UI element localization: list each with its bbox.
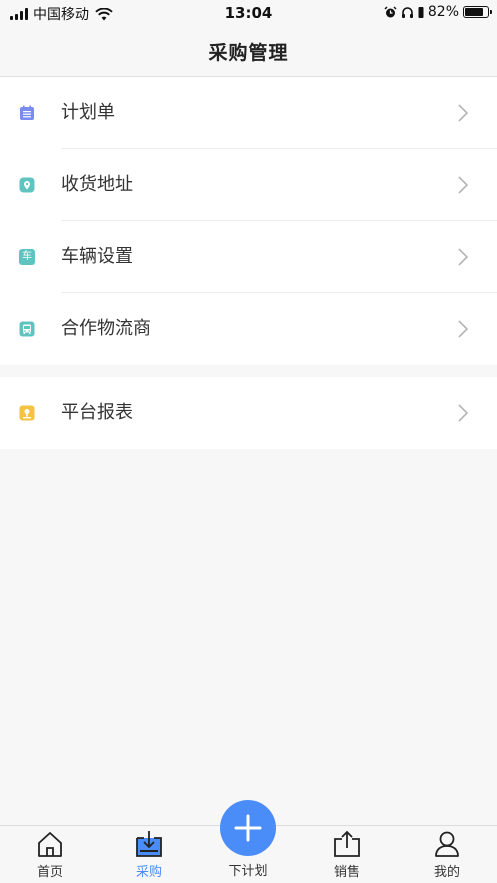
tab-profile[interactable]: 我的 [407, 826, 487, 883]
nav-bar: 采购管理 [0, 26, 497, 77]
purchase-icon [136, 831, 162, 857]
battery-percent: 82% [427, 4, 459, 20]
battery-icon [463, 6, 492, 18]
bus-icon [19, 321, 35, 337]
chevron-right-icon [458, 320, 469, 338]
tab-home[interactable]: 首页 [10, 826, 90, 883]
menu-item-label: 车辆设置 [61, 246, 133, 267]
vehicle-icon: 车 [19, 249, 35, 265]
tab-label: 销售 [333, 865, 360, 880]
tab-label: 采购 [135, 865, 162, 880]
menu-group-reports: 平台报表 [0, 377, 497, 449]
tab-purchase[interactable]: 采购 [109, 826, 189, 883]
add-plan-button[interactable] [220, 800, 276, 856]
chevron-right-icon [458, 104, 469, 122]
chevron-right-icon [458, 176, 469, 194]
location-pin-icon [19, 177, 35, 193]
chevron-right-icon [458, 404, 469, 422]
menu-item-label: 计划单 [61, 102, 115, 123]
vehicle-icon-glyph: 车 [22, 251, 32, 262]
menu-item-platform-report[interactable]: 平台报表 [0, 377, 497, 449]
menu-item-label: 平台报表 [61, 402, 133, 423]
menu-item-label: 合作物流商 [61, 318, 151, 339]
tab-label: 我的 [433, 865, 460, 880]
status-bar: 中国移动 13:04 82% [0, 0, 497, 26]
add-plan-label: 下计划 [228, 864, 268, 879]
report-icon [19, 405, 35, 421]
alarm-icon [384, 5, 397, 17]
menu-item-delivery-address[interactable]: 收货地址 [0, 149, 497, 221]
tab-label: 首页 [36, 865, 63, 880]
tab-sales[interactable]: 销售 [307, 826, 387, 883]
home-icon [38, 832, 62, 857]
chevron-right-icon [458, 248, 469, 266]
page-title: 采购管理 [208, 41, 289, 64]
menu-item-vehicle-settings[interactable]: 车 车辆设置 [0, 221, 497, 293]
plus-icon [234, 814, 262, 842]
orientation-lock-icon [418, 6, 424, 18]
sales-icon [334, 830, 360, 857]
menu-item-plan-list[interactable]: 计划单 [0, 77, 497, 149]
headphones-icon [401, 6, 413, 18]
menu-item-label: 收货地址 [61, 174, 133, 195]
menu-item-logistics-partners[interactable]: 合作物流商 [0, 293, 497, 365]
profile-icon [435, 831, 459, 857]
list-icon [19, 105, 35, 121]
menu-group-main: 计划单 收货地址 车 车辆设置 合作物流商 [0, 77, 497, 365]
